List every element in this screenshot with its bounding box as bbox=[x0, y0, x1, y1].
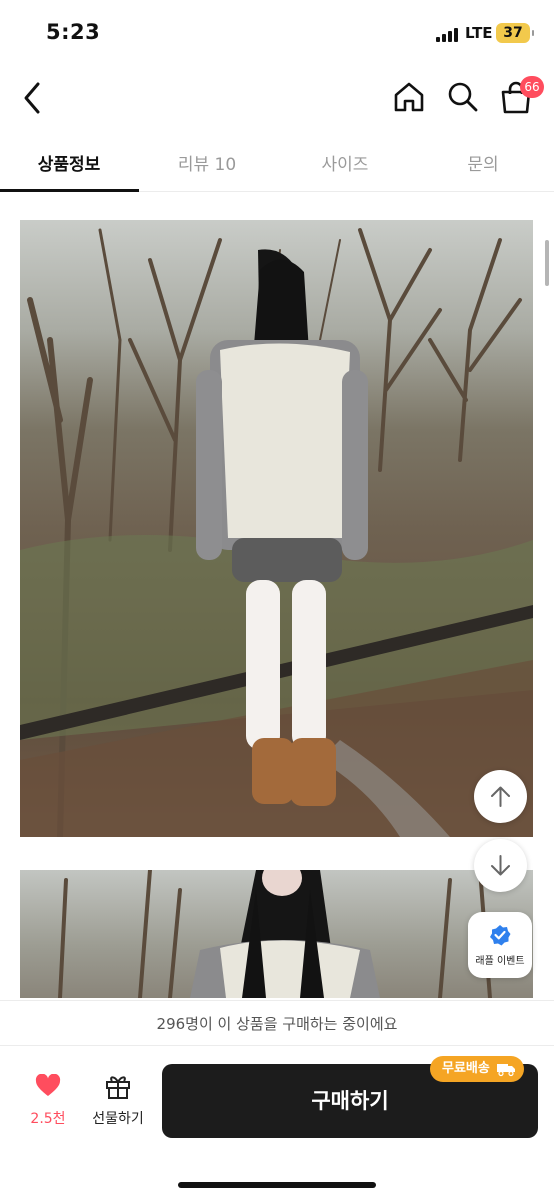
raffle-event-button[interactable]: 래플 이벤트 bbox=[468, 912, 532, 978]
cart-count-badge: 66 bbox=[520, 76, 544, 98]
product-photo-2 bbox=[20, 870, 533, 998]
network-label: LTE bbox=[465, 24, 493, 42]
tab-size[interactable]: 사이즈 bbox=[276, 150, 414, 175]
gift-label: 선물하기 bbox=[92, 1111, 144, 1127]
tab-reviews[interactable]: 리뷰 10 bbox=[138, 150, 276, 175]
arrow-up-icon bbox=[491, 786, 510, 807]
search-icon bbox=[448, 82, 478, 112]
scrollbar[interactable] bbox=[545, 240, 549, 286]
scroll-down-button[interactable] bbox=[474, 839, 527, 892]
home-button[interactable] bbox=[392, 80, 426, 114]
scroll-up-button[interactable] bbox=[474, 770, 527, 823]
top-nav bbox=[0, 68, 554, 128]
free-shipping-label: 무료배송 bbox=[442, 1061, 490, 1076]
gift-button[interactable]: 선물하기 bbox=[88, 1072, 148, 1136]
heart-icon bbox=[35, 1073, 61, 1096]
free-shipping-badge: 무료배송 bbox=[430, 1056, 524, 1082]
truck-icon bbox=[496, 1064, 515, 1077]
chevron-left-icon bbox=[24, 82, 40, 114]
active-tab-indicator bbox=[0, 189, 139, 192]
product-photo-2-illustration bbox=[58, 870, 492, 998]
tab-product-info[interactable]: 상품정보 bbox=[0, 150, 138, 175]
like-count: 2.5천 bbox=[30, 1111, 66, 1127]
tab-inquiry[interactable]: 문의 bbox=[414, 150, 552, 175]
status-time: 5:23 bbox=[46, 20, 101, 44]
home-indicator bbox=[178, 1182, 376, 1188]
status-bar: 5:23 LTE 37 bbox=[0, 0, 554, 64]
gift-icon bbox=[106, 1076, 130, 1099]
battery-icon: 37 bbox=[496, 23, 534, 43]
purchase-activity-notice: 296명이 이 상품을 구매하는 중이에요 bbox=[0, 1000, 554, 1046]
arrow-down-icon bbox=[491, 855, 510, 876]
like-button[interactable]: 2.5천 bbox=[24, 1073, 72, 1138]
back-button[interactable] bbox=[16, 78, 52, 118]
product-photo-illustration bbox=[20, 228, 533, 837]
product-photo bbox=[20, 220, 533, 837]
home-icon bbox=[394, 82, 424, 112]
purchase-activity-text: 296명이 이 상품을 구매하는 중이에요 bbox=[156, 1015, 398, 1033]
product-tabs: 상품정보 리뷰 10 사이즈 문의 bbox=[0, 136, 554, 192]
verified-check-icon bbox=[490, 925, 511, 946]
signal-icon bbox=[436, 26, 460, 42]
search-button[interactable] bbox=[446, 80, 480, 114]
raffle-event-label: 래플 이벤트 bbox=[475, 956, 525, 967]
